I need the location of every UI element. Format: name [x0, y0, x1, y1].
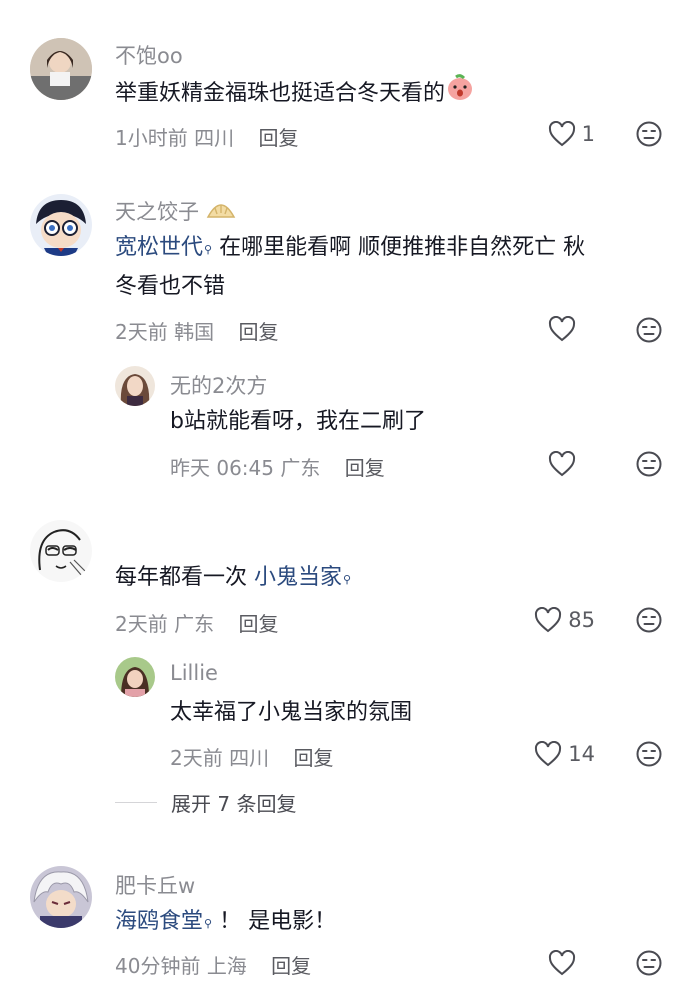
username[interactable]: 天之饺子 [115, 196, 236, 228]
reply-button[interactable]: 回复 [258, 126, 298, 150]
heart-outline-icon [548, 121, 575, 147]
divider [115, 802, 157, 803]
mention-link[interactable]: 海鸥食堂⚲ [115, 909, 212, 934]
mention-link[interactable]: 宽松世代⚲ [115, 235, 212, 260]
heart-outline-icon [535, 607, 562, 633]
like-count: 14 [568, 742, 595, 766]
meh-face-icon[interactable] [636, 741, 662, 767]
avatar[interactable] [115, 657, 155, 697]
like-count: 85 [568, 608, 595, 632]
reply-button[interactable]: 回复 [345, 456, 385, 480]
comment-meta: 1小时前 四川 回复 [115, 126, 299, 150]
username[interactable]: 肥卡丘w [115, 870, 195, 900]
expand-replies-button[interactable]: 展开 7 条回复 [115, 788, 296, 817]
comment-meta: 40分钟前 上海 回复 [115, 954, 312, 978]
comment-meta: 2天前 四川 回复 [170, 746, 334, 770]
avatar[interactable] [30, 194, 92, 256]
heart-outline-icon [535, 741, 562, 767]
avatar[interactable] [30, 866, 92, 928]
meh-face-icon[interactable] [636, 950, 662, 976]
like-button[interactable] [548, 313, 576, 345]
reply-button[interactable]: 回复 [293, 746, 333, 770]
like-button[interactable]: 1 [548, 118, 595, 150]
comment-text-line2: 冬看也不错 [115, 274, 226, 299]
like-button[interactable] [548, 947, 576, 979]
mention-link[interactable]: 小鬼当家⚲ [254, 565, 351, 590]
username[interactable]: 不饱oo [115, 40, 183, 70]
like-button[interactable]: 14 [534, 738, 595, 770]
heart-outline-icon [548, 316, 576, 342]
comment-text: 宽松世代⚲ 在哪里能看啊 顺便推推非自然死亡 秋 [115, 235, 586, 260]
comment-text: b站就能看呀，我在二刷了 [170, 409, 426, 434]
like-count: 1 [581, 122, 595, 146]
username[interactable]: 无的2次方 [170, 370, 267, 400]
heart-outline-icon [548, 451, 576, 477]
comment-meta: 2天前 韩国 回复 [115, 320, 279, 344]
comment-meta: 2天前 广东 回复 [115, 612, 279, 636]
reply-button[interactable]: 回复 [238, 612, 278, 636]
reply-button[interactable]: 回复 [238, 320, 278, 344]
comment-text: 太幸福了小鬼当家的氛围 [170, 700, 413, 725]
like-button[interactable] [548, 448, 576, 480]
meh-face-icon[interactable] [636, 451, 662, 477]
dumpling-emoji-icon [206, 199, 236, 228]
heart-outline-icon [548, 950, 576, 976]
comment-meta: 昨天 06:45 广东 回复 [170, 456, 385, 480]
username[interactable]: Lillie [170, 661, 218, 685]
search-small-icon: ⚲ [343, 573, 352, 586]
avatar[interactable] [30, 520, 92, 582]
reply-button[interactable]: 回复 [271, 954, 311, 978]
search-small-icon: ⚲ [204, 917, 213, 930]
search-small-icon: ⚲ [204, 243, 213, 256]
meh-face-icon[interactable] [636, 121, 662, 147]
comment-text: 举重妖精金福珠也挺适合冬天看的 [115, 72, 475, 116]
meh-face-icon[interactable] [636, 607, 662, 633]
meh-face-icon[interactable] [636, 317, 662, 343]
like-button[interactable]: 85 [534, 604, 595, 636]
avatar[interactable] [30, 38, 92, 100]
peach-emoji-icon [445, 72, 475, 116]
avatar[interactable] [115, 366, 155, 406]
comment-text: 每年都看一次 小鬼当家⚲ [115, 565, 352, 590]
comment-text: 海鸥食堂⚲ ！ 是电影！ [115, 909, 337, 934]
